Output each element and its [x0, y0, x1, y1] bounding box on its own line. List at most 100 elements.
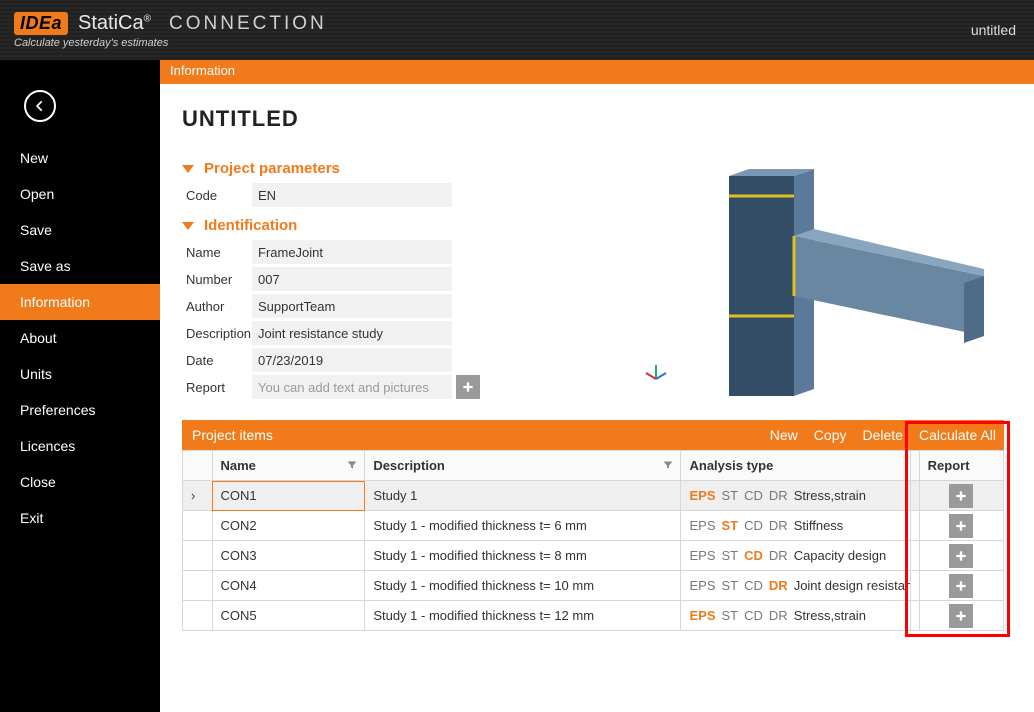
analysis-token[interactable]: ST: [722, 518, 739, 533]
analysis-text: Stress,strain: [794, 488, 866, 503]
analysis-token[interactable]: CD: [744, 548, 763, 563]
section-project-parameters[interactable]: Project parameters: [182, 160, 604, 177]
add-row-report-button[interactable]: [949, 544, 973, 568]
cell-name[interactable]: CON5: [212, 601, 365, 631]
cell-name[interactable]: CON2: [212, 511, 365, 541]
cell-description[interactable]: Study 1 - modified thickness t= 6 mm: [365, 511, 681, 541]
sidebar-item-new[interactable]: New: [0, 140, 160, 176]
author-field[interactable]: SupportTeam: [252, 294, 452, 318]
plus-icon: [954, 609, 968, 623]
row-indicator: [183, 601, 213, 631]
cell-analysis[interactable]: EPSSTCDDR Stress,strain: [681, 601, 911, 631]
code-select[interactable]: EN: [252, 183, 452, 207]
plus-icon: [954, 489, 968, 503]
cell-description[interactable]: Study 1 - modified thickness t= 12 mm: [365, 601, 681, 631]
add-report-button[interactable]: [456, 375, 480, 399]
table-row[interactable]: CON4Study 1 - modified thickness t= 10 m…: [183, 571, 1004, 601]
section-identification[interactable]: Identification: [182, 217, 604, 234]
sidebar-item-open[interactable]: Open: [0, 176, 160, 212]
analysis-token[interactable]: DR: [769, 548, 788, 563]
row-indicator: [183, 571, 213, 601]
analysis-text: Capacity design: [794, 548, 887, 563]
table-row[interactable]: CON2Study 1 - modified thickness t= 6 mm…: [183, 511, 1004, 541]
filter-icon[interactable]: [662, 459, 674, 471]
cell-description[interactable]: Study 1 - modified thickness t= 8 mm: [365, 541, 681, 571]
plus-icon: [954, 579, 968, 593]
arrow-left-icon: [33, 99, 47, 113]
cell-description[interactable]: Study 1: [365, 481, 681, 511]
new-item-button[interactable]: New: [762, 427, 806, 443]
table-row[interactable]: CON3Study 1 - modified thickness t= 8 mm…: [183, 541, 1004, 571]
number-field[interactable]: 007: [252, 267, 452, 291]
analysis-token[interactable]: DR: [769, 488, 788, 503]
sidebar-item-save[interactable]: Save: [0, 212, 160, 248]
row-indicator-header: [183, 451, 213, 481]
date-field[interactable]: 07/23/2019: [252, 348, 452, 372]
project-items-table: Name Description Analysis type Report: [182, 450, 1004, 631]
cell-analysis[interactable]: EPSSTCDDR Joint design resistance: [681, 571, 911, 601]
analysis-token[interactable]: EPS: [689, 548, 715, 563]
analysis-token[interactable]: EPS: [689, 518, 715, 533]
cell-name[interactable]: CON4: [212, 571, 365, 601]
analysis-token[interactable]: CD: [744, 518, 763, 533]
cell-analysis[interactable]: EPS ST CD DR Stress,strain: [681, 481, 911, 511]
analysis-token[interactable]: EPS: [689, 578, 715, 593]
sidebar-item-save-as[interactable]: Save as: [0, 248, 160, 284]
cell-analysis[interactable]: EPSSTCDDR Stiffness: [681, 511, 911, 541]
sidebar-item-about[interactable]: About: [0, 320, 160, 356]
col-name-header[interactable]: Name: [212, 451, 365, 481]
name-field[interactable]: FrameJoint: [252, 240, 452, 264]
col-description-header[interactable]: Description: [365, 451, 681, 481]
app-logo: IDEa StatiCa® CONNECTION Calculate yeste…: [14, 12, 327, 49]
sidebar-item-licences[interactable]: Licences: [0, 428, 160, 464]
cell-name[interactable]: CON3: [212, 541, 365, 571]
model-preview[interactable]: [644, 166, 984, 396]
cell-report: [919, 541, 1003, 571]
cell-name[interactable]: CON1: [212, 481, 365, 511]
sidebar-item-close[interactable]: Close: [0, 464, 160, 500]
analysis-token[interactable]: EPS: [689, 608, 715, 623]
cell-analysis[interactable]: EPS ST CD DR Capacity design: [681, 541, 911, 571]
add-row-report-button[interactable]: [949, 514, 973, 538]
author-label: Author: [182, 299, 252, 314]
analysis-token[interactable]: ST: [722, 488, 739, 503]
table-row[interactable]: ›CON1Study 1EPSSTCDDR Stress,strain: [183, 481, 1004, 511]
delete-item-button[interactable]: Delete: [854, 427, 910, 443]
chevron-down-icon: [182, 222, 194, 230]
row-indicator: [183, 541, 213, 571]
report-field[interactable]: You can add text and pictures: [252, 375, 452, 399]
row-indicator: [183, 511, 213, 541]
add-row-report-button[interactable]: [949, 484, 973, 508]
sidebar-item-preferences[interactable]: Preferences: [0, 392, 160, 428]
sidebar-item-information[interactable]: Information: [0, 284, 160, 320]
analysis-token[interactable]: CD: [744, 488, 763, 503]
filter-icon[interactable]: [346, 459, 358, 471]
analysis-token[interactable]: ST: [722, 578, 739, 593]
analysis-token[interactable]: EPS: [689, 488, 715, 503]
col-analysis-header[interactable]: Analysis type: [681, 451, 911, 481]
analysis-token[interactable]: ST: [722, 548, 739, 563]
col-blank-header: [911, 451, 919, 481]
calculate-all-button[interactable]: Calculate All: [911, 427, 1004, 443]
cell-blank: [911, 541, 919, 571]
add-row-report-button[interactable]: [949, 574, 973, 598]
description-field[interactable]: Joint resistance study: [252, 321, 452, 345]
analysis-token[interactable]: ST: [722, 608, 739, 623]
analysis-token[interactable]: CD: [744, 608, 763, 623]
analysis-token[interactable]: DR: [769, 578, 788, 593]
logo-statica: StatiCa®: [78, 12, 151, 35]
add-row-report-button[interactable]: [949, 604, 973, 628]
analysis-token[interactable]: DR: [769, 608, 788, 623]
sidebar-item-units[interactable]: Units: [0, 356, 160, 392]
cell-description[interactable]: Study 1 - modified thickness t= 10 mm: [365, 571, 681, 601]
copy-item-button[interactable]: Copy: [806, 427, 855, 443]
document-title: untitled: [971, 22, 1016, 38]
back-button[interactable]: [24, 90, 56, 122]
analysis-token[interactable]: DR: [769, 518, 788, 533]
analysis-token[interactable]: CD: [744, 578, 763, 593]
sidebar-item-exit[interactable]: Exit: [0, 500, 160, 536]
plus-icon: [954, 549, 968, 563]
cell-report: [919, 511, 1003, 541]
table-row[interactable]: CON5Study 1 - modified thickness t= 12 m…: [183, 601, 1004, 631]
col-report-header[interactable]: Report: [919, 451, 1003, 481]
